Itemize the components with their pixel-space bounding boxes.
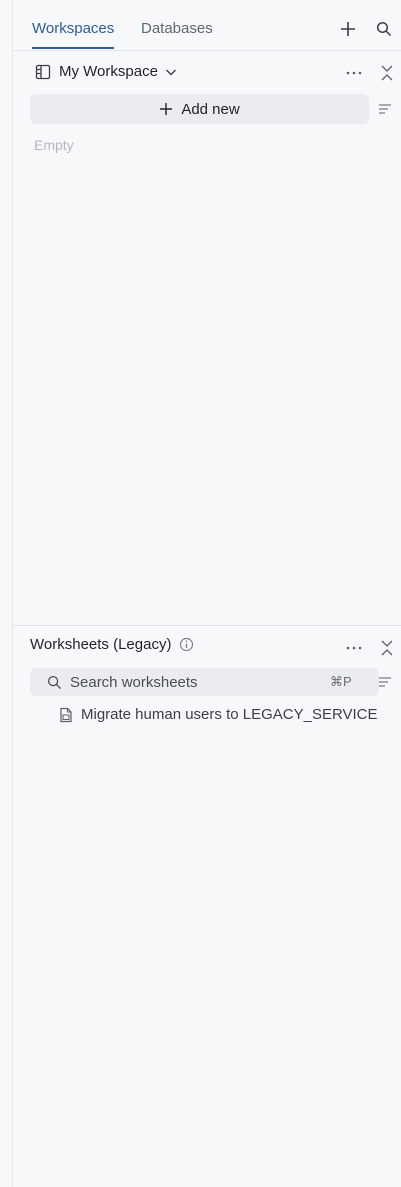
workspace-title: My Workspace [59, 63, 158, 80]
object-explorer-panel: Workspaces Databases My Workspace Add ne… [12, 0, 401, 1187]
plus-icon[interactable] [337, 18, 359, 40]
chevron-down-icon [164, 65, 178, 79]
search-input[interactable] [68, 672, 302, 692]
collapse-icon[interactable] [376, 62, 398, 84]
empty-state-text: Empty [34, 137, 74, 153]
tab-workspaces[interactable]: Workspaces [32, 19, 115, 49]
search-icon[interactable] [373, 18, 395, 40]
file-icon [59, 707, 73, 723]
search-icon [47, 675, 62, 690]
workspace-selector[interactable]: My Workspace [35, 63, 178, 80]
workspace-header: My Workspace [13, 58, 401, 88]
plus-icon [159, 102, 173, 116]
workspace-icon [35, 64, 51, 80]
section-divider [13, 625, 401, 626]
worksheets-title: Worksheets (Legacy) [30, 636, 172, 653]
panel-tabs: Workspaces Databases [13, 0, 401, 51]
add-new-label: Add new [181, 100, 240, 118]
collapse-icon[interactable] [376, 637, 398, 659]
sort-icon[interactable] [373, 670, 397, 694]
worksheets-header: Worksheets (Legacy) [30, 636, 194, 653]
tab-databases[interactable]: Databases [141, 19, 213, 49]
sort-icon[interactable] [373, 97, 397, 121]
info-icon[interactable] [179, 637, 194, 652]
add-new-button[interactable]: Add new [30, 94, 369, 124]
more-options-icon[interactable] [343, 62, 365, 84]
more-options-icon[interactable] [343, 637, 365, 659]
worksheet-name: Migrate human users to LEGACY_SERVICE [81, 706, 378, 723]
list-item[interactable]: Migrate human users to LEGACY_SERVICE [59, 706, 378, 723]
search-shortcut: ⌘P [330, 674, 352, 689]
search-worksheets-field[interactable]: ⌘P [30, 668, 379, 696]
